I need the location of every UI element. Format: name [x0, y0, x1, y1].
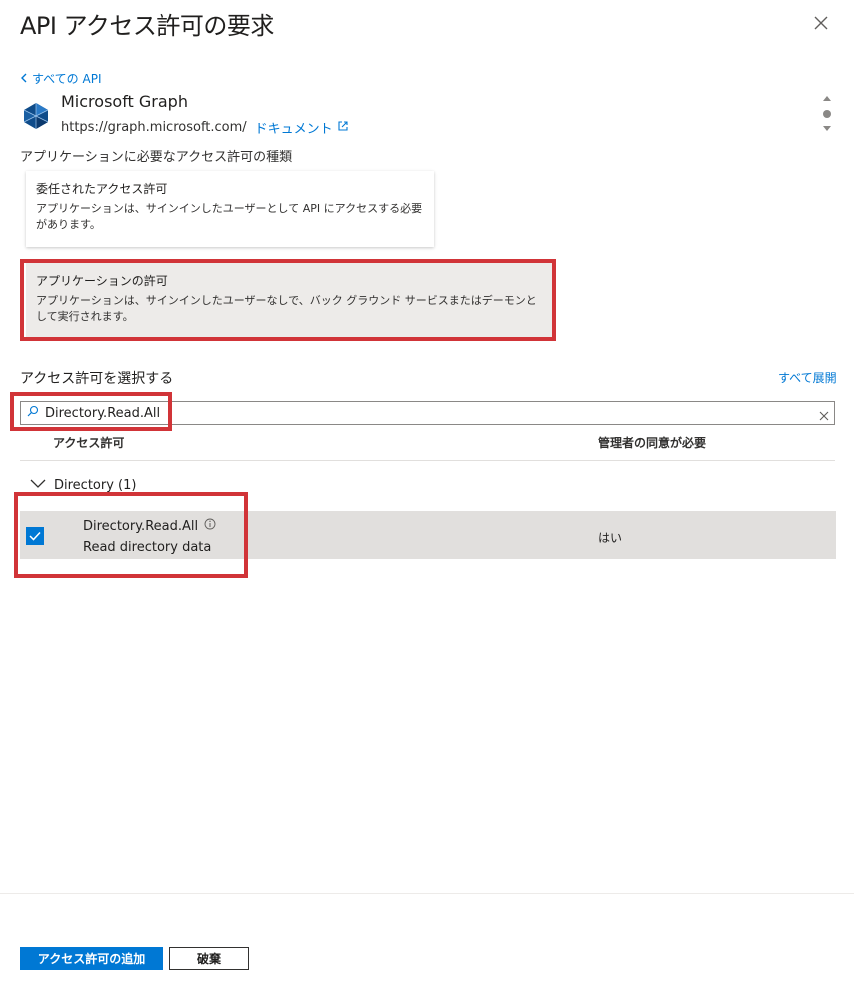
- permission-group-label: Directory (1): [54, 478, 137, 493]
- card-description: アプリケーションは、サインインしたユーザーとして API にアクセスする必要があ…: [36, 202, 423, 231]
- panel-title: API アクセス許可の要求: [20, 12, 274, 40]
- permission-group-directory[interactable]: Directory (1): [30, 478, 136, 493]
- chevron-left-icon: [20, 72, 28, 86]
- documentation-link[interactable]: ドキュメント: [255, 118, 349, 137]
- close-icon[interactable]: [810, 12, 832, 34]
- api-name: Microsoft Graph: [61, 92, 188, 111]
- highlight-box: [14, 492, 248, 578]
- expand-all-link[interactable]: すべて展開: [778, 369, 837, 386]
- permission-type-label: アプリケーションに必要なアクセス許可の種類: [20, 150, 293, 165]
- highlight-box: [10, 392, 172, 431]
- add-permissions-button[interactable]: アクセス許可の追加: [20, 947, 163, 970]
- discard-button[interactable]: 破棄: [169, 947, 249, 970]
- chevron-down-icon: [30, 478, 46, 493]
- delegated-permissions-card[interactable]: 委任されたアクセス許可 アプリケーションは、サインインしたユーザーとして API…: [26, 171, 434, 247]
- select-permissions-label: アクセス許可を選択する: [20, 371, 174, 387]
- documentation-link-label: ドキュメント: [254, 122, 333, 137]
- column-header-permission: アクセス許可: [53, 436, 125, 450]
- api-url-row: https://graph.microsoft.com/ ドキュメント: [61, 118, 349, 137]
- column-header-admin-consent: 管理者の同意が必要: [598, 436, 707, 450]
- scroll-indicator-icon[interactable]: [820, 94, 834, 134]
- back-link[interactable]: すべての API: [20, 70, 101, 87]
- external-link-icon: [337, 120, 349, 136]
- highlight-box: [20, 259, 556, 341]
- api-url: https://graph.microsoft.com/: [61, 120, 247, 135]
- admin-consent-value: はい: [598, 531, 623, 545]
- footer-divider: [0, 893, 854, 894]
- divider: [20, 460, 835, 461]
- back-link-label: すべての API: [32, 72, 102, 86]
- microsoft-graph-logo-icon: [22, 102, 50, 130]
- card-title: 委任されたアクセス許可: [36, 182, 168, 196]
- clear-search-icon[interactable]: [818, 407, 830, 421]
